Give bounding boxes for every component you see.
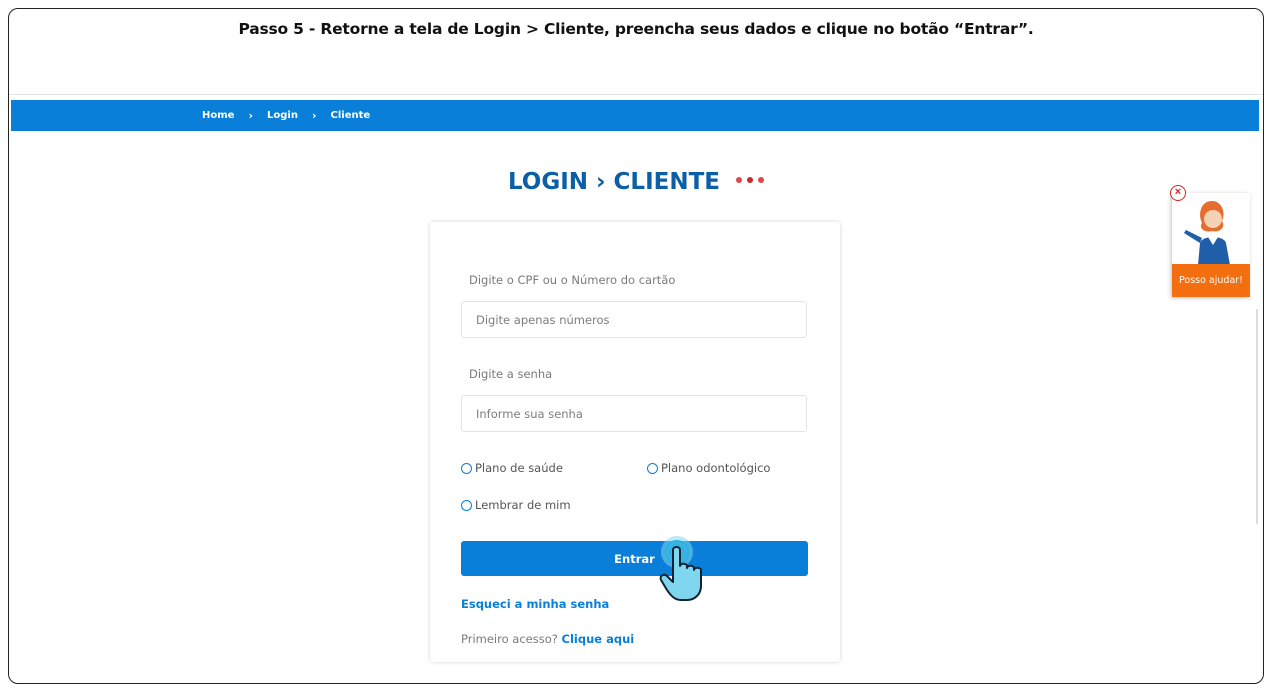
radio-circle-icon xyxy=(461,499,472,511)
remember-me-radio[interactable]: Lembrar de mim xyxy=(461,498,571,512)
radio-circle-icon xyxy=(461,462,472,474)
chevron-right-icon: › xyxy=(248,109,253,122)
radio-plano-saude-label: Plano de saúde xyxy=(475,461,563,475)
tutorial-frame: Passo 5 - Retorne a tela de Login > Clie… xyxy=(8,8,1264,684)
radio-plano-odontologico[interactable]: Plano odontológico xyxy=(647,461,770,475)
password-label: Digite a senha xyxy=(469,367,553,381)
page-title-wrap: LOGIN › CLIENTE xyxy=(9,169,1263,195)
breadcrumb-cliente: Cliente xyxy=(330,110,371,121)
radio-plano-odontologico-label: Plano odontológico xyxy=(661,461,771,475)
breadcrumb-bar: Home › Login › Cliente xyxy=(11,100,1259,131)
help-widget[interactable]: Posso ajudar! × xyxy=(1170,185,1250,297)
decorative-dots-icon xyxy=(736,176,765,183)
entrar-button[interactable]: Entrar xyxy=(461,541,808,576)
divider xyxy=(9,94,1263,95)
assistant-avatar-icon xyxy=(1184,201,1230,265)
cpf-label: Digite o CPF ou o Número do cartão xyxy=(469,273,676,287)
scrollbar-track[interactable] xyxy=(1256,309,1258,524)
first-access-text: Primeiro acesso? Clique aqui xyxy=(461,632,634,646)
breadcrumb: Home › Login › Cliente xyxy=(202,100,370,131)
chevron-right-icon: › xyxy=(311,109,317,122)
breadcrumb-login[interactable]: Login xyxy=(267,110,298,121)
password-input[interactable] xyxy=(461,395,807,432)
cpf-input[interactable] xyxy=(461,301,807,338)
step-caption: Passo 5 - Retorne a tela de Login > Clie… xyxy=(238,20,1034,38)
forgot-password-link[interactable]: Esqueci a minha senha xyxy=(461,597,609,611)
radio-circle-icon xyxy=(647,462,658,474)
page-title: LOGIN › CLIENTE xyxy=(507,169,720,195)
radio-plano-saude[interactable]: Plano de saúde xyxy=(461,461,563,475)
pointing-hand-icon xyxy=(659,536,702,601)
help-button[interactable]: Posso ajudar! xyxy=(1172,264,1250,297)
click-here-link[interactable]: Clique aqui xyxy=(562,632,635,646)
first-access-label: Primeiro acesso? xyxy=(461,632,558,646)
close-icon[interactable]: × xyxy=(1170,185,1186,201)
breadcrumb-home[interactable]: Home xyxy=(202,110,234,121)
remember-me-label: Lembrar de mim xyxy=(475,498,571,512)
login-card: Digite o CPF ou o Número do cartão Digit… xyxy=(430,222,840,662)
